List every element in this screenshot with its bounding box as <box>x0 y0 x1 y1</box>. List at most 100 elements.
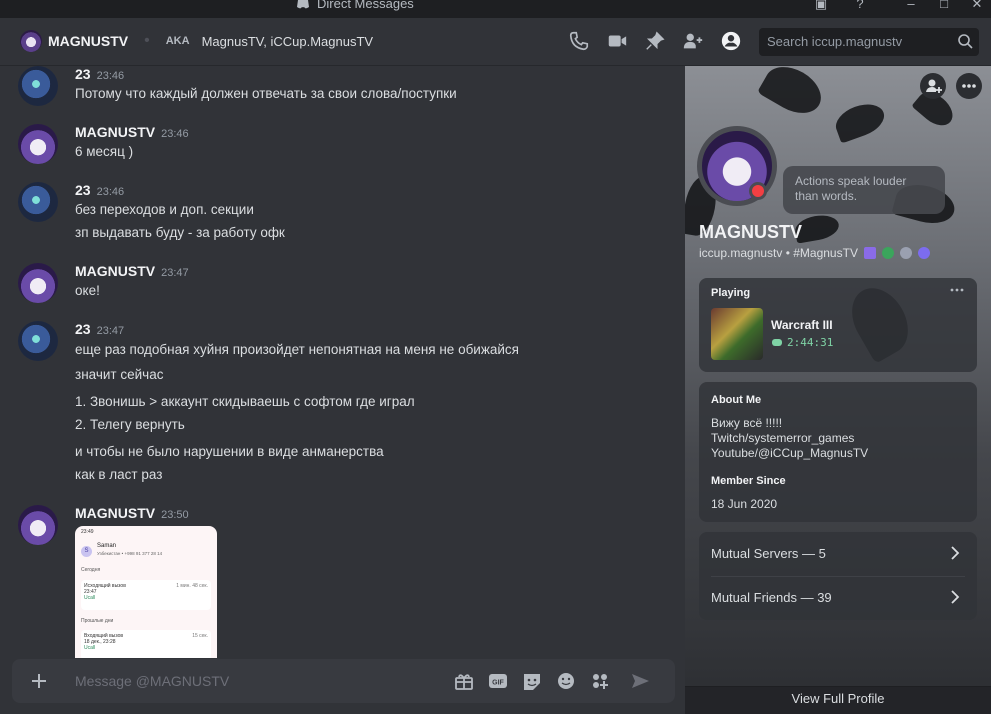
attachment-call-duration: 1 мин. 48 сек. <box>176 583 208 589</box>
attachment-call-row: Входящий вызов 18 дек., 23:28 Ucall 15 с… <box>81 630 211 658</box>
video-call-icon[interactable] <box>606 30 628 52</box>
user-profile-toggle-icon[interactable] <box>720 30 742 52</box>
close-icon[interactable]: ✕ <box>966 0 988 14</box>
message-text: 6 месяц ) <box>75 144 134 159</box>
image-attachment[interactable]: 23:49 S Saman Узбекистан • +998 91 377 2… <box>75 526 217 658</box>
message-author[interactable]: 23 <box>75 66 91 82</box>
nitro-badge-icon[interactable] <box>863 247 876 259</box>
add-attachment-icon[interactable] <box>28 670 50 692</box>
about-label: About Me <box>711 394 762 406</box>
aka-values: MagnusTV, iCCup.MagnusTV <box>201 33 374 49</box>
activity-more-icon[interactable] <box>949 284 965 296</box>
avatar[interactable] <box>18 66 58 106</box>
chevron-right-icon <box>951 590 960 604</box>
gear-badge-icon[interactable] <box>899 247 912 259</box>
user-profile-panel: Actions speak louder than words. MAGNUST… <box>685 66 991 714</box>
pin-icon[interactable] <box>644 30 666 52</box>
message-text: 1. Звонишь > аккаунт скидываешь с софтом… <box>75 394 415 409</box>
dm-username[interactable]: MAGNUSTV <box>48 33 128 49</box>
game-cover-icon <box>711 308 763 360</box>
gift-icon[interactable] <box>453 671 475 691</box>
member-since-label: Member Since <box>711 475 786 487</box>
chevron-right-icon <box>951 546 960 560</box>
about-text: Вижу всё !!!!! Twitch/systemerror_games … <box>711 416 869 460</box>
mutuals-card: Mutual Servers — 5 Mutual Friends — 39 <box>699 532 977 620</box>
view-full-profile-button[interactable]: View Full Profile <box>685 686 991 714</box>
message-text: оке! <box>75 283 100 298</box>
more-options-button[interactable] <box>956 73 982 99</box>
message-input[interactable]: Message @MAGNUSTV <box>75 673 229 689</box>
message-timestamp: 23:50 <box>161 509 189 521</box>
gamepad-icon <box>772 339 782 346</box>
contact-avatar: S <box>81 546 92 557</box>
message-text: как в ласт раз <box>75 467 163 482</box>
message-list[interactable]: 23 23:46 Потому что каждый должен отвечат… <box>0 66 685 658</box>
profile-display-name: MAGNUSTV <box>699 222 802 242</box>
title-bar: Direct Messages ▣ ? – □ ✕ <box>0 0 991 18</box>
window-title: Direct Messages <box>296 0 414 11</box>
attachment-call-row: Исходящий вызов 23:47 Ucall 1 мин. 48 се… <box>81 580 211 610</box>
message-text: значит сейчас <box>75 367 164 382</box>
discord-logo-icon <box>297 0 309 8</box>
message-author[interactable]: 23 <box>75 321 91 337</box>
mutual-servers-button[interactable]: Mutual Servers — 5 <box>699 532 977 576</box>
avatar[interactable] <box>18 263 58 303</box>
emoji-icon[interactable] <box>555 671 577 691</box>
message-text: и чтобы не было нарушении в виде анманер… <box>75 444 384 459</box>
message-author[interactable]: MAGNUSTV <box>75 263 155 279</box>
search-icon <box>958 34 973 49</box>
message-timestamp: 23:47 <box>161 267 189 279</box>
message-author[interactable]: 23 <box>75 182 91 198</box>
apps-icon[interactable] <box>589 671 611 691</box>
gif-label: GIF <box>492 680 504 687</box>
avatar[interactable] <box>18 124 58 164</box>
attachment-call-status: Ucall <box>84 595 96 601</box>
message-text: без переходов и доп. секции <box>75 202 254 217</box>
mutual-friends-button[interactable]: Mutual Friends — 39 <box>699 576 977 620</box>
aka-label: AKA <box>165 35 190 47</box>
message-text: еще раз подобная хуйня произойдет непоня… <box>75 342 519 357</box>
message-timestamp: 23:46 <box>96 186 125 198</box>
send-icon[interactable] <box>629 671 651 691</box>
message-text: Потому что каждый должен отвечать за сво… <box>75 86 457 101</box>
message-text: 2. Телегу вернуть <box>75 417 185 432</box>
message-timestamp: 23:46 <box>161 128 189 140</box>
boost-badge-icon[interactable] <box>917 247 930 259</box>
inbox-icon[interactable]: ▣ <box>810 0 832 14</box>
playing-label: Playing <box>711 287 751 299</box>
attachment-contact: Saman <box>97 543 117 549</box>
avatar[interactable] <box>18 321 58 361</box>
message-timestamp: 23:46 <box>96 70 125 82</box>
attachment-contact-sub: Узбекистан • +998 91 377 28 14 <box>97 551 163 556</box>
gif-icon[interactable]: GIF <box>487 671 509 691</box>
game-name: Warcraft III <box>771 318 833 332</box>
attachment-call-duration: 15 сек. <box>192 633 208 639</box>
minimize-icon[interactable]: – <box>900 0 922 14</box>
avatar[interactable] <box>18 505 58 545</box>
sticker-icon[interactable] <box>521 671 543 691</box>
member-since-value: 18 Jun 2020 <box>711 497 778 511</box>
attachment-today-label: Сегодня <box>81 567 101 573</box>
message-author[interactable]: MAGNUSTV <box>75 124 155 140</box>
message-composer[interactable]: Message @MAGNUSTV GIF <box>12 659 675 703</box>
dm-header: MAGNUSTV • AKA MagnusTV, iCCup.MagnusTV … <box>0 18 991 66</box>
attachment-call-status: Ucall <box>84 645 96 651</box>
search-input[interactable]: Search iccup.magnustv <box>759 28 979 56</box>
add-friends-icon[interactable] <box>682 30 704 52</box>
message-author[interactable]: MAGNUSTV <box>75 505 155 521</box>
message-text: зп выдавать буду - за работу офк <box>75 225 285 240</box>
about-card: About Me Вижу всё !!!!! Twitch/systemerr… <box>699 382 977 522</box>
avatar[interactable] <box>18 182 58 222</box>
custom-status-bubble: Actions speak louder than words. <box>783 166 945 214</box>
discord-window: { "window": {"title": "Direct Messages"}… <box>0 0 991 714</box>
attachment-time: 23:49 <box>81 529 94 535</box>
maximize-icon[interactable]: □ <box>933 0 955 14</box>
profile-username-line: iccup.magnustv • #MagnusTV <box>699 246 930 260</box>
dnd-status-icon <box>749 182 767 200</box>
avatar[interactable] <box>20 30 42 52</box>
add-friend-profile-button[interactable] <box>920 73 946 99</box>
help-icon[interactable]: ? <box>849 0 871 14</box>
attachment-past-label: Прошлые дни <box>81 618 114 624</box>
voice-call-icon[interactable] <box>568 30 590 52</box>
hashtag-badge-icon[interactable] <box>881 247 894 259</box>
